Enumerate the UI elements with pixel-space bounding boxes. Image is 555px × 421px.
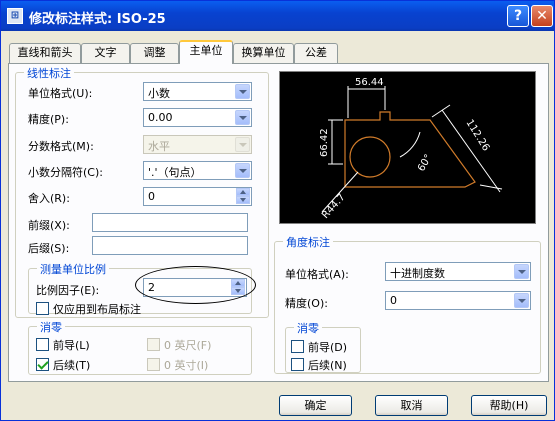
preview-dim-left: 66.42 (319, 128, 330, 157)
chevron-down-icon (235, 137, 250, 152)
zero-angular-title: 消零 (294, 320, 322, 336)
dimension-preview: 56.44 66.42 112.26 R44.7 60° (279, 71, 536, 224)
window-title: 修改标注样式: ISO-25 (29, 12, 166, 27)
dialog-window: ⊞ 修改标注样式: ISO-25 ? ✕ 直线和箭头 文字 调整 主单位 换算单… (0, 0, 555, 421)
leading-zero-checkbox[interactable] (36, 338, 49, 351)
ext-line (431, 104, 451, 118)
tab-text[interactable]: 文字 (81, 43, 130, 63)
preview-dim-angle: 60° (416, 153, 434, 174)
help-icon[interactable]: ? (507, 5, 529, 27)
preview-dim-top: 56.44 (355, 77, 384, 88)
cancel-button[interactable]: 取消 (375, 395, 448, 416)
apply-layout-only-label: 仅应用到布局标注 (53, 303, 141, 316)
apply-layout-only-checkbox[interactable] (36, 302, 49, 315)
chevron-down-icon[interactable] (235, 163, 250, 178)
fraction-format-label: 分数格式(M): (28, 140, 94, 153)
decimal-separator-label: 小数分隔符(C): (28, 166, 103, 179)
tab-fit[interactable]: 调整 (130, 43, 179, 63)
help-button[interactable]: 帮助(H) (471, 395, 547, 416)
tab-lines-arrows[interactable]: 直线和箭头 (9, 43, 81, 63)
angular-unit-format-select[interactable]: 十进制度数 (385, 262, 531, 281)
angular-trailing-zero-checkbox[interactable] (291, 358, 304, 371)
chevron-down-icon[interactable] (514, 293, 529, 308)
chevron-down-icon[interactable] (235, 84, 250, 99)
ext-line (479, 184, 503, 190)
app-icon: ⊞ (7, 8, 23, 24)
spin-up-icon[interactable] (236, 188, 250, 196)
suffix-label: 后缀(S): (28, 242, 70, 255)
close-icon[interactable]: ✕ (531, 5, 553, 27)
angle-arc (399, 131, 421, 158)
angular-leading-zero-checkbox[interactable] (291, 340, 304, 353)
linear-group-title: 线性标注 (24, 65, 74, 81)
ok-button[interactable]: 确定 (279, 395, 352, 416)
tab-primary-units[interactable]: 主单位 (179, 40, 233, 64)
angular-leading-zero-label: 前导(D) (308, 341, 348, 354)
round-off-label: 舍入(R): (28, 192, 70, 205)
angular-group-title: 角度标注 (283, 234, 333, 250)
scale-group-title: 测量单位比例 (37, 261, 109, 277)
leading-zero-label: 前导(L) (53, 339, 90, 352)
inches-zero-label: 0 英寸(I) (164, 359, 209, 372)
angular-unit-format-label: 单位格式(A): (285, 268, 349, 281)
inches-zero-checkbox (147, 358, 160, 371)
precision-label: 精度(P): (28, 113, 69, 126)
feet-zero-label: 0 英尺(F) (164, 339, 212, 352)
preview-dim-radius: R44.7 (320, 192, 348, 221)
unit-format-label: 单位格式(U): (28, 87, 93, 100)
zero-linear-title: 消零 (37, 319, 65, 335)
precision-select[interactable]: 0.00 (143, 108, 252, 127)
tab-alternate-units[interactable]: 换算单位 (233, 43, 294, 63)
angular-trailing-zero-label: 后续(N) (308, 359, 347, 372)
angular-precision-select[interactable]: 0 (385, 291, 531, 310)
prefix-input[interactable] (92, 213, 248, 232)
unit-format-select[interactable]: 小数 (143, 82, 252, 101)
trailing-zero-checkbox[interactable] (36, 358, 49, 371)
chevron-down-icon[interactable] (514, 264, 529, 279)
scale-factor-label: 比例因子(E): (36, 284, 100, 297)
prefix-label: 前缀(X): (28, 219, 70, 232)
preview-dimensions (321, 86, 503, 213)
decimal-separator-select[interactable]: '.'（句点） (143, 161, 252, 180)
trailing-zero-label: 后续(T) (53, 359, 91, 372)
title-bar[interactable]: ⊞ 修改标注样式: ISO-25 ? ✕ (1, 1, 554, 31)
tab-tolerances[interactable]: 公差 (294, 43, 338, 63)
suffix-input[interactable] (92, 236, 248, 255)
round-off-input[interactable]: 0 (143, 187, 252, 206)
feet-zero-checkbox (147, 338, 160, 351)
fraction-format-select: 水平 (143, 135, 252, 154)
angular-precision-label: 精度(O): (285, 297, 328, 310)
preview-hole (349, 136, 391, 178)
spin-down-icon[interactable] (236, 196, 250, 204)
chevron-down-icon[interactable] (235, 110, 250, 125)
highlight-annotation (135, 266, 256, 304)
preview-dim-right: 112.26 (463, 118, 491, 154)
